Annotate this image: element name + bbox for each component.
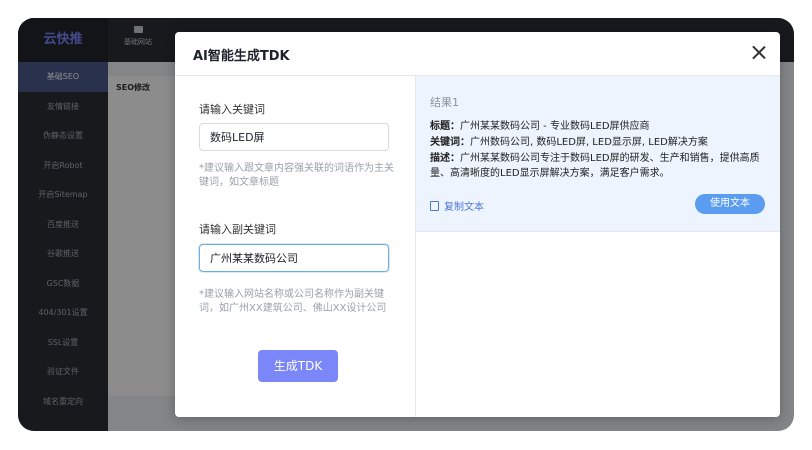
result-keywords-value: 广州数码公司, 数码LED屏, LED显示屏, LED解决方案 — [470, 137, 708, 148]
copy-text-label: 复制文本 — [444, 202, 484, 213]
result-title-label: 标题： — [430, 121, 460, 132]
use-text-button[interactable]: 使用文本 — [695, 194, 765, 214]
keyword-input[interactable]: 数码LED屏 — [199, 123, 389, 151]
copy-icon — [430, 201, 439, 211]
keyword-hint: *建议输入跟文章内容强关联的词语作为主关键词，如文章标题 — [199, 163, 394, 188]
result-card: 结果1 标题：广州某某数码公司 - 专业数码LED屏供应商 关键词：广州数码公司… — [416, 76, 780, 232]
generate-tdk-button[interactable]: 生成TDK — [258, 350, 338, 382]
subkeyword-hint: *建议输入网站名称或公司名称作为副关键词，如广州XX建筑公司、佛山XX设计公司 — [199, 289, 387, 314]
result-description-value: 广州某某数码公司专注于数码LED屏的研发、生产和销售，提供高质量、高清晰度的LE… — [430, 153, 760, 179]
subkeyword-input[interactable]: 广州某某数码公司 — [199, 244, 389, 272]
dialog-header: AI智能生成TDK — [175, 32, 780, 76]
result-description-line: 描述：广州某某数码公司专注于数码LED屏的研发、生产和销售，提供高质量、高清晰度… — [430, 151, 770, 181]
ai-tdk-dialog: AI智能生成TDK 请输入关键词 数码LED屏 *建议输入跟文章内容强关联的词语… — [175, 32, 780, 417]
result-keywords-line: 关键词：广州数码公司, 数码LED屏, LED显示屏, LED解决方案 — [430, 135, 770, 150]
result-title-value: 广州某某数码公司 - 专业数码LED屏供应商 — [460, 121, 650, 132]
keyword-label: 请输入关键词 — [199, 103, 265, 116]
close-icon[interactable] — [748, 42, 770, 64]
result-pane: 结果1 标题：广州某某数码公司 - 专业数码LED屏供应商 关键词：广州数码公司… — [416, 76, 780, 417]
dialog-title: AI智能生成TDK — [193, 49, 290, 64]
subkeyword-label: 请输入副关键词 — [199, 223, 276, 236]
copy-text-button[interactable]: 复制文本 — [430, 198, 484, 213]
result-description-label: 描述： — [430, 153, 460, 164]
result-title-line: 标题：广州某某数码公司 - 专业数码LED屏供应商 — [430, 119, 770, 134]
result-keywords-label: 关键词： — [430, 137, 470, 148]
result-title: 结果1 — [430, 96, 459, 109]
input-pane: 请输入关键词 数码LED屏 *建议输入跟文章内容强关联的词语作为主关键词，如文章… — [175, 76, 416, 417]
